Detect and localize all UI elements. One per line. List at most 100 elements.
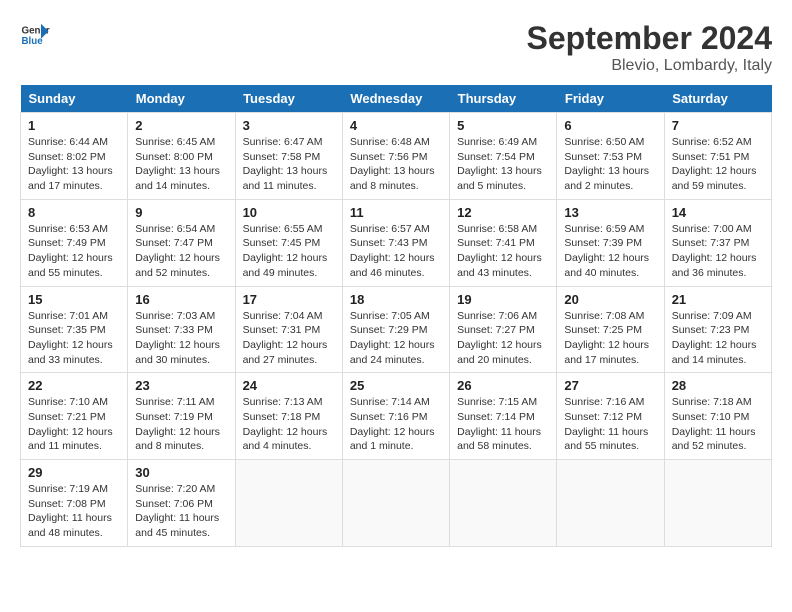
day-info: Sunrise: 7:05 AMSunset: 7:29 PMDaylight:… [350, 309, 442, 368]
calendar-cell: 22Sunrise: 7:10 AMSunset: 7:21 PMDayligh… [21, 373, 128, 460]
calendar-cell: 18 Sunrise: 7:05 AMSunset: 7:29 PMDayligh… [342, 286, 449, 373]
title-block: September 2024 Blevio, Lombardy, Italy [527, 20, 772, 75]
calendar-cell: 2Sunrise: 6:45 AMSunset: 8:00 PMDaylight… [128, 113, 235, 200]
day-info: Sunrise: 6:50 AMSunset: 7:53 PMDaylight:… [564, 135, 656, 194]
weekday-header-thursday: Thursday [450, 85, 557, 113]
day-number: 11 [350, 205, 442, 220]
calendar-cell: 12Sunrise: 6:58 AMSunset: 7:41 PMDayligh… [450, 199, 557, 286]
calendar-cell: 24 Sunrise: 7:13 AMSunset: 7:18 PMDayligh… [235, 373, 342, 460]
logo: General Blue [20, 20, 50, 50]
day-number: 28 [672, 378, 764, 393]
calendar-week-4: 22Sunrise: 7:10 AMSunset: 7:21 PMDayligh… [21, 373, 772, 460]
calendar-table: SundayMondayTuesdayWednesdayThursdayFrid… [20, 85, 772, 547]
day-info: Sunrise: 7:16 AMSunset: 7:12 PMDaylight:… [564, 395, 656, 454]
day-number: 21 [672, 292, 764, 307]
weekday-header-friday: Friday [557, 85, 664, 113]
day-info: Sunrise: 7:19 AMSunset: 7:08 PMDaylight:… [28, 482, 120, 541]
calendar-cell [450, 460, 557, 547]
calendar-cell: 11 Sunrise: 6:57 AMSunset: 7:43 PMDayligh… [342, 199, 449, 286]
day-info: Sunrise: 6:53 AMSunset: 7:49 PMDaylight:… [28, 222, 120, 281]
day-info: Sunrise: 6:58 AMSunset: 7:41 PMDaylight:… [457, 222, 549, 281]
day-number: 24 [243, 378, 335, 393]
calendar-cell: 19Sunrise: 7:06 AMSunset: 7:27 PMDayligh… [450, 286, 557, 373]
day-number: 7 [672, 118, 764, 133]
day-info: Sunrise: 7:11 AMSunset: 7:19 PMDaylight:… [135, 395, 227, 454]
day-info: Sunrise: 7:04 AMSunset: 7:31 PMDaylight:… [243, 309, 335, 368]
day-number: 13 [564, 205, 656, 220]
day-info: Sunrise: 6:59 AMSunset: 7:39 PMDaylight:… [564, 222, 656, 281]
weekday-header-sunday: Sunday [21, 85, 128, 113]
calendar-week-3: 15 Sunrise: 7:01 AMSunset: 7:35 PMDayligh… [21, 286, 772, 373]
calendar-cell: 4 Sunrise: 6:48 AMSunset: 7:56 PMDaylight… [342, 113, 449, 200]
day-info: Sunrise: 7:01 AMSunset: 7:35 PMDaylight:… [28, 309, 120, 368]
day-info: Sunrise: 6:47 AMSunset: 7:58 PMDaylight:… [243, 135, 335, 194]
day-number: 6 [564, 118, 656, 133]
day-info: Sunrise: 7:00 AMSunset: 7:37 PMDaylight:… [672, 222, 764, 281]
calendar-cell: 3 Sunrise: 6:47 AMSunset: 7:58 PMDaylight… [235, 113, 342, 200]
day-info: Sunrise: 7:20 AMSunset: 7:06 PMDaylight:… [135, 482, 227, 541]
day-info: Sunrise: 7:15 AMSunset: 7:14 PMDaylight:… [457, 395, 549, 454]
calendar-cell: 6 Sunrise: 6:50 AMSunset: 7:53 PMDaylight… [557, 113, 664, 200]
weekday-header-tuesday: Tuesday [235, 85, 342, 113]
calendar-cell [342, 460, 449, 547]
day-info: Sunrise: 6:49 AMSunset: 7:54 PMDaylight:… [457, 135, 549, 194]
day-number: 1 [28, 118, 120, 133]
day-number: 3 [243, 118, 335, 133]
calendar-cell: 14 Sunrise: 7:00 AMSunset: 7:37 PMDayligh… [664, 199, 771, 286]
day-info: Sunrise: 7:03 AMSunset: 7:33 PMDaylight:… [135, 309, 227, 368]
calendar-cell: 15 Sunrise: 7:01 AMSunset: 7:35 PMDayligh… [21, 286, 128, 373]
calendar-cell: 21Sunrise: 7:09 AMSunset: 7:23 PMDayligh… [664, 286, 771, 373]
day-number: 25 [350, 378, 442, 393]
day-number: 5 [457, 118, 549, 133]
day-number: 22 [28, 378, 120, 393]
calendar-cell: 20Sunrise: 7:08 AMSunset: 7:25 PMDayligh… [557, 286, 664, 373]
weekday-header-wednesday: Wednesday [342, 85, 449, 113]
calendar-week-2: 8 Sunrise: 6:53 AMSunset: 7:49 PMDaylight… [21, 199, 772, 286]
calendar-cell: 23 Sunrise: 7:11 AMSunset: 7:19 PMDayligh… [128, 373, 235, 460]
day-number: 16 [135, 292, 227, 307]
day-info: Sunrise: 7:14 AMSunset: 7:16 PMDaylight:… [350, 395, 442, 454]
day-info: Sunrise: 6:55 AMSunset: 7:45 PMDaylight:… [243, 222, 335, 281]
logo-icon: General Blue [20, 20, 50, 50]
day-info: Sunrise: 6:57 AMSunset: 7:43 PMDaylight:… [350, 222, 442, 281]
day-info: Sunrise: 6:48 AMSunset: 7:56 PMDaylight:… [350, 135, 442, 194]
day-number: 29 [28, 465, 120, 480]
day-number: 18 [350, 292, 442, 307]
calendar-cell: 9 Sunrise: 6:54 AMSunset: 7:47 PMDaylight… [128, 199, 235, 286]
day-info: Sunrise: 6:54 AMSunset: 7:47 PMDaylight:… [135, 222, 227, 281]
calendar-week-1: 1 Sunrise: 6:44 AMSunset: 8:02 PMDaylight… [21, 113, 772, 200]
calendar-cell: 25 Sunrise: 7:14 AMSunset: 7:16 PMDayligh… [342, 373, 449, 460]
calendar-cell: 8 Sunrise: 6:53 AMSunset: 7:49 PMDaylight… [21, 199, 128, 286]
day-number: 8 [28, 205, 120, 220]
weekday-header-saturday: Saturday [664, 85, 771, 113]
weekday-header-monday: Monday [128, 85, 235, 113]
day-info: Sunrise: 7:18 AMSunset: 7:10 PMDaylight:… [672, 395, 764, 454]
calendar-cell [557, 460, 664, 547]
day-number: 26 [457, 378, 549, 393]
day-info: Sunrise: 6:52 AMSunset: 7:51 PMDaylight:… [672, 135, 764, 194]
day-info: Sunrise: 7:13 AMSunset: 7:18 PMDaylight:… [243, 395, 335, 454]
calendar-cell: 26 Sunrise: 7:15 AMSunset: 7:14 PMDayligh… [450, 373, 557, 460]
location: Blevio, Lombardy, Italy [527, 57, 772, 75]
day-number: 23 [135, 378, 227, 393]
calendar-cell: 7 Sunrise: 6:52 AMSunset: 7:51 PMDaylight… [664, 113, 771, 200]
calendar-week-5: 29 Sunrise: 7:19 AMSunset: 7:08 PMDayligh… [21, 460, 772, 547]
day-number: 15 [28, 292, 120, 307]
day-info: Sunrise: 6:44 AMSunset: 8:02 PMDaylight:… [28, 135, 120, 194]
day-number: 4 [350, 118, 442, 133]
day-info: Sunrise: 7:08 AMSunset: 7:25 PMDaylight:… [564, 309, 656, 368]
calendar-cell: 30Sunrise: 7:20 AMSunset: 7:06 PMDayligh… [128, 460, 235, 547]
calendar-cell: 28 Sunrise: 7:18 AMSunset: 7:10 PMDayligh… [664, 373, 771, 460]
day-number: 27 [564, 378, 656, 393]
day-number: 14 [672, 205, 764, 220]
day-number: 9 [135, 205, 227, 220]
calendar-cell: 1 Sunrise: 6:44 AMSunset: 8:02 PMDaylight… [21, 113, 128, 200]
calendar-cell: 17 Sunrise: 7:04 AMSunset: 7:31 PMDayligh… [235, 286, 342, 373]
day-number: 19 [457, 292, 549, 307]
day-number: 17 [243, 292, 335, 307]
day-number: 10 [243, 205, 335, 220]
calendar-cell: 10 Sunrise: 6:55 AMSunset: 7:45 PMDayligh… [235, 199, 342, 286]
calendar-cell: 13 Sunrise: 6:59 AMSunset: 7:39 PMDayligh… [557, 199, 664, 286]
svg-text:Blue: Blue [22, 36, 44, 47]
calendar-cell [664, 460, 771, 547]
